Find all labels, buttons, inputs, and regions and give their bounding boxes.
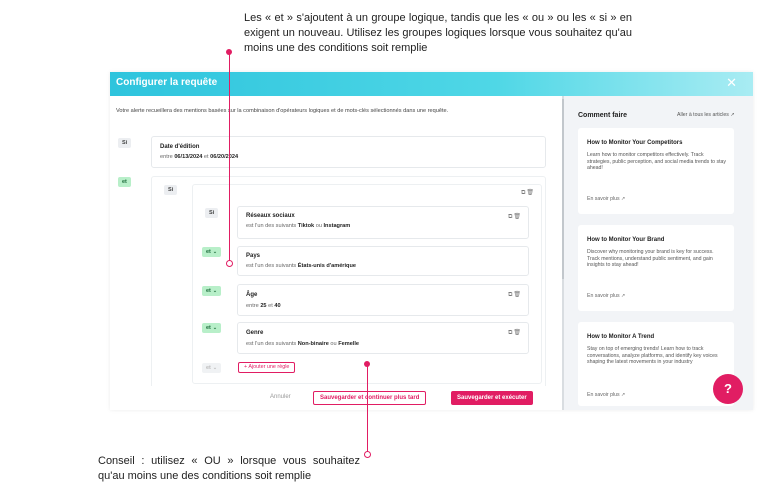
operator-et[interactable]: et <box>118 177 131 187</box>
pointer-dot <box>364 451 371 458</box>
article-text: Learn how to monitor competitors effecti… <box>587 152 726 172</box>
operator-si[interactable]: Si <box>118 138 132 148</box>
article-title: How to Monitor A Trend <box>587 334 655 340</box>
read-more-link[interactable]: En savoir plus ↗ <box>587 293 625 299</box>
query-builder: Votre alerte recueillera des mentions ba… <box>110 96 562 410</box>
rule-desc: entre 25 et 40 <box>246 303 281 309</box>
rule-card-gender[interactable]: Genre est l'un des suivants Non-binaire … <box>237 322 529 354</box>
pointer-line <box>367 364 368 452</box>
operator-et-dropdown[interactable]: et ⌄ <box>202 323 222 333</box>
article-title: How to Monitor Your Brand <box>587 237 665 243</box>
pointer-line <box>229 52 230 263</box>
rule-title: Réseaux sociaux <box>246 213 295 219</box>
rule-desc: est l'un des suivants Tiktok ou Instagra… <box>246 223 351 229</box>
all-articles-link[interactable]: Aller à tous les articles ↗ <box>677 112 735 118</box>
modal-header: Configurer la requête ✕ <box>110 72 753 96</box>
article-text: Stay on top of emerging trends! Learn ho… <box>587 346 718 366</box>
rule-card-country[interactable]: Pays est l'un des suivants États-unis d'… <box>237 246 529 276</box>
rule-title: Genre <box>246 330 264 336</box>
rule-title: Date d'édition <box>160 144 200 150</box>
external-link-icon: ↗ <box>730 112 735 118</box>
article-text: Discover why monitoring your brand is ke… <box>587 249 714 269</box>
query-config-modal: Configurer la requête ✕ Votre alerte rec… <box>110 72 753 410</box>
rule-card-date[interactable]: Date d'édition entre 06/13/2024 et 06/20… <box>151 136 546 168</box>
operator-si[interactable]: Si <box>164 185 178 195</box>
rule-tools[interactable]: ⧉🗑 <box>508 291 522 299</box>
callout-bottom: Conseil : utilisez « OU » lorsque vous s… <box>98 455 360 482</box>
rule-tools[interactable]: ⧉🗑 <box>508 329 522 337</box>
pointer-dot <box>226 260 233 267</box>
modal-title: Configurer la requête <box>116 77 218 88</box>
read-more-link[interactable]: En savoir plus ↗ <box>587 196 625 202</box>
operator-si[interactable]: Si <box>205 208 219 218</box>
rule-title: Âge <box>246 292 258 298</box>
operator-et-dropdown[interactable]: et ⌄ <box>202 286 222 296</box>
save-run-button[interactable]: Sauvegarder et exécuter <box>451 391 533 405</box>
cancel-button[interactable]: Annuler <box>270 394 291 400</box>
article-card[interactable]: How to Monitor A Trend Stay on top of em… <box>578 322 734 406</box>
chat-help-icon[interactable]: ? <box>713 374 743 404</box>
article-card[interactable]: How to Monitor Your Brand Discover why m… <box>578 225 734 311</box>
intro-text: Votre alerte recueillera des mentions ba… <box>116 108 449 114</box>
article-title: How to Monitor Your Competitors <box>587 140 683 146</box>
save-later-button[interactable]: Sauvegarder et continuer plus tard <box>313 391 427 405</box>
close-icon[interactable]: ✕ <box>726 75 737 91</box>
callout-top: Les « et » s'ajoutent à un groupe logiqu… <box>244 12 632 54</box>
rule-desc: est l'un des suivants États-unis d'améri… <box>246 263 356 269</box>
modal-footer: Annuler Sauvegarder et continuer plus ta… <box>110 386 562 410</box>
read-more-link[interactable]: En savoir plus ↗ <box>587 392 625 398</box>
rule-card-social[interactable]: Réseaux sociaux est l'un des suivants Ti… <box>237 206 529 239</box>
rule-title: Pays <box>246 253 261 259</box>
rule-card-age[interactable]: Âge entre 25 et 40 ⧉🗑 <box>237 284 529 316</box>
help-panel: Comment faire Aller à tous les articles … <box>564 96 753 410</box>
rule-desc: entre 06/13/2024 et 06/20/2024 <box>160 154 239 160</box>
article-card[interactable]: How to Monitor Your Competitors Learn ho… <box>578 128 734 214</box>
rule-desc: est l'un des suivants Non-binaire ou Fem… <box>246 341 360 347</box>
rule-tools[interactable]: ⧉🗑 <box>508 213 522 221</box>
group-tools[interactable]: ⧉🗑 <box>521 189 535 197</box>
help-title: Comment faire <box>578 112 628 119</box>
operator-et-dropdown[interactable]: et ⌄ <box>202 247 222 257</box>
add-rule-button[interactable]: + Ajouter une règle <box>238 362 296 373</box>
operator-et-dropdown-disabled: et ⌄ <box>202 363 222 373</box>
